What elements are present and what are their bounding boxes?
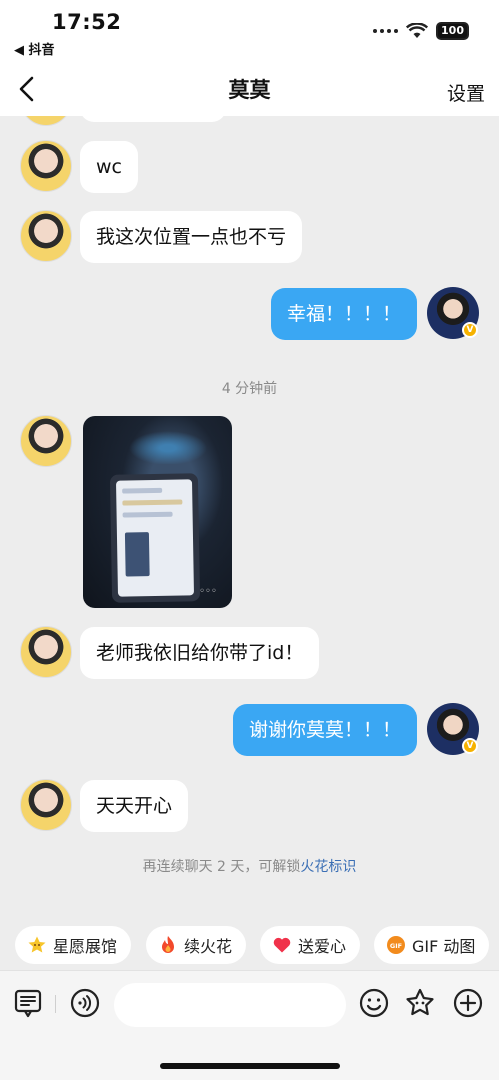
message-bubble: 天天开心 [80, 780, 189, 832]
contact-avatar[interactable] [20, 415, 72, 467]
photo-tablet [109, 473, 201, 603]
contact-avatar[interactable] [20, 626, 72, 678]
home-indicator [160, 1063, 340, 1069]
chip-star-gallery[interactable]: 星愿展馆 [15, 926, 132, 964]
top-header: 17:52 ◀ 抖音 100 莫莫 设置 [0, 0, 499, 116]
contact-avatar[interactable] [20, 140, 72, 192]
divider [55, 995, 56, 1013]
message-bubble-sent: 谢谢你莫莫！！！ [232, 704, 417, 756]
verified-badge: V [462, 322, 478, 338]
svg-text:GIF: GIF [390, 942, 402, 950]
chat-title: 莫莫 [228, 78, 271, 102]
emoji-icon[interactable] [358, 987, 390, 1019]
message-bubble: 我这次位置一点也不亏 [80, 211, 303, 263]
plus-icon[interactable] [452, 987, 484, 1019]
battery-indicator: 100 [436, 22, 469, 40]
sticker-icon[interactable] [404, 987, 436, 1019]
input-bar [0, 970, 499, 1080]
star-icon [28, 936, 46, 953]
photo-stage-lights [113, 424, 223, 464]
wifi-icon [406, 23, 429, 38]
live-photo-icon: ◦◦◦ [199, 586, 217, 597]
chip-continue-spark[interactable]: 续火花 [146, 926, 247, 964]
quick-action-chips: 星愿展馆 续火花 送爱心 GIF GIF 动图 [0, 922, 499, 970]
message-bubble: 老师我依旧给你带了id！ [80, 627, 320, 679]
message-bubble: wc [80, 141, 138, 193]
flame-icon [162, 936, 174, 953]
message-bubble-sent: 幸福！！！！ [270, 288, 417, 340]
chip-send-heart[interactable]: 送爱心 [260, 926, 361, 964]
contact-avatar[interactable] [20, 210, 72, 262]
gif-icon: GIF [387, 936, 405, 954]
message-list-icon[interactable] [12, 987, 44, 1019]
spark-badge-link[interactable]: 火花标识 [300, 859, 356, 875]
chip-gif[interactable]: GIF GIF 动图 [374, 926, 490, 964]
contact-avatar[interactable] [20, 779, 72, 831]
voice-icon[interactable] [69, 987, 101, 1019]
verified-badge: V [462, 738, 478, 754]
message-bubble-partial [80, 116, 226, 122]
message-input[interactable] [114, 983, 346, 1027]
back-to-app-link[interactable]: ◀ 抖音 [14, 39, 55, 58]
status-icons: 100 [373, 22, 469, 40]
heart-icon [273, 937, 291, 953]
contact-avatar[interactable] [20, 116, 72, 126]
chat-area[interactable]: wc 我这次位置一点也不亏 幸福！！！！ V 4 分钟前 ◦◦◦ 老师我依旧给你… [0, 116, 499, 922]
signal-icon [373, 29, 399, 33]
settings-button[interactable]: 设置 [447, 79, 485, 106]
message-timestamp: 4 分钟前 [221, 381, 278, 397]
status-time: 17:52 [52, 10, 122, 34]
image-message[interactable]: ◦◦◦ [83, 416, 232, 608]
spark-tip: 再连续聊天 2 天，可解锁火花标识 [142, 859, 357, 875]
